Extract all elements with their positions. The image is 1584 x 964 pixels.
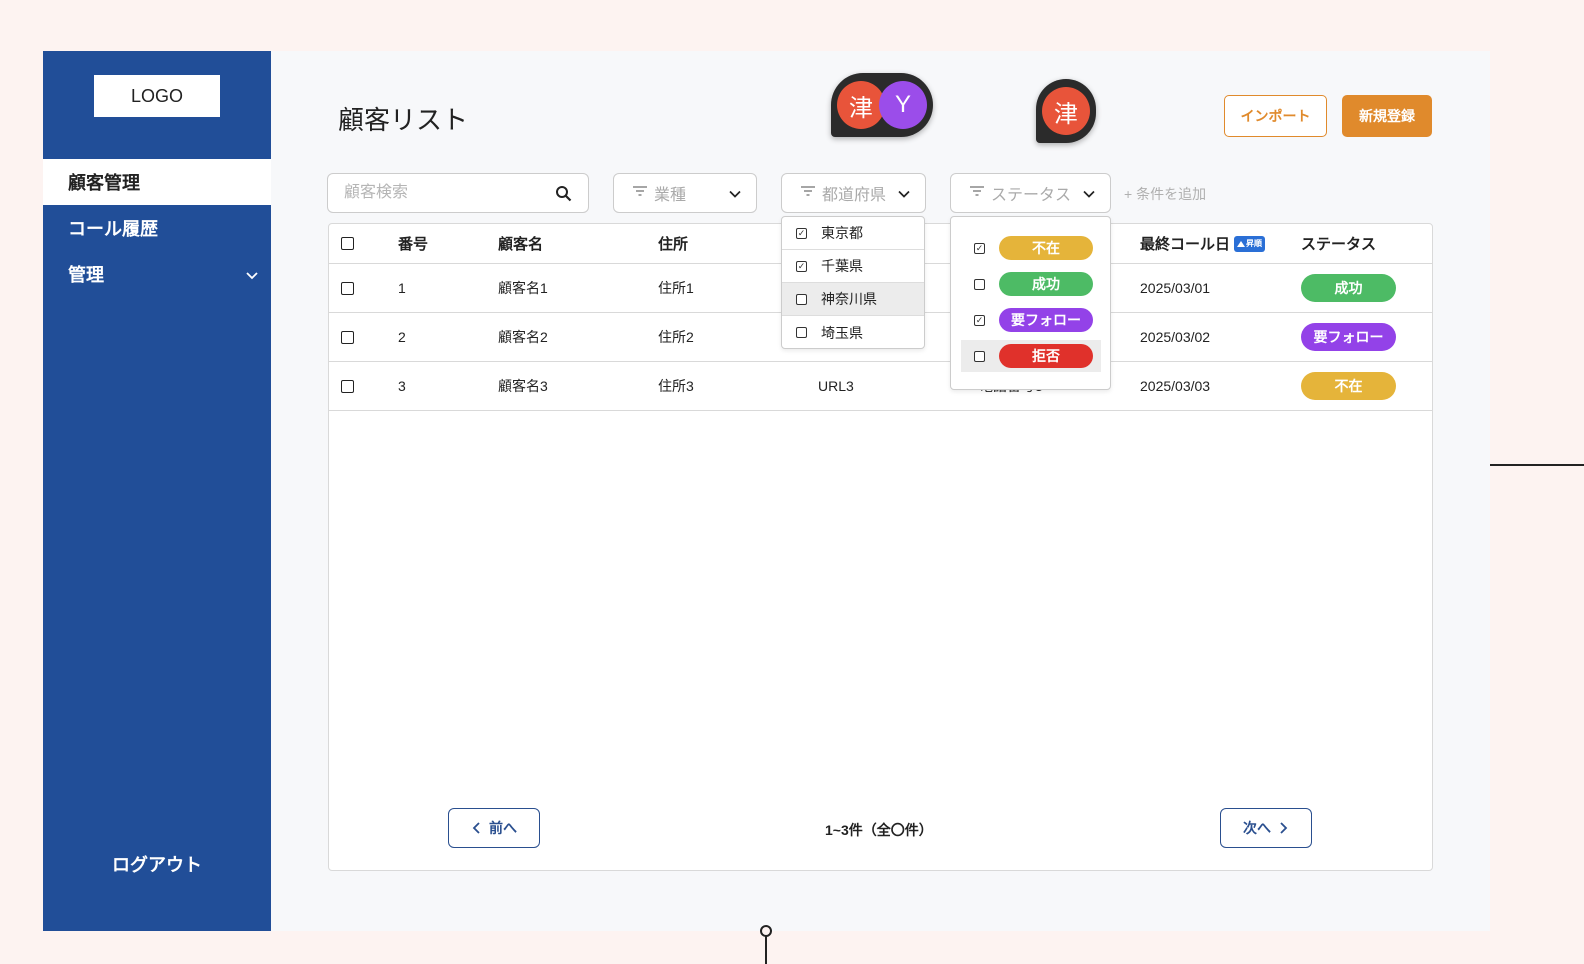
option-label: 神奈川県 (821, 291, 877, 307)
import-button[interactable]: インポート (1224, 95, 1327, 137)
prefecture-option-chiba[interactable]: ✓ 千葉県 (782, 250, 924, 283)
status-badge: 成功 (999, 272, 1093, 296)
status-badge: 要フォロー (1301, 313, 1396, 361)
filter-label: 業種 (654, 187, 687, 204)
status-badge: 要フォロー (999, 308, 1093, 332)
sidebar: LOGO 顧客管理 コール履歴 管理 ログアウト (43, 51, 271, 931)
column-header-name[interactable]: 顧客名 (498, 224, 543, 263)
chevron-down-icon (1082, 187, 1096, 206)
avatar: 津 (1042, 87, 1090, 135)
status-option-absent[interactable]: ✓ 不在 (951, 232, 1110, 264)
cell-name: 顧客名3 (498, 378, 548, 394)
previous-page-button[interactable]: 前へ (448, 808, 540, 848)
avatar: 津 (837, 81, 885, 129)
prefecture-dropdown: ✓ 東京都 ✓ 千葉県 神奈川県 埼玉県 (781, 216, 925, 349)
row-checkbox[interactable] (341, 264, 354, 312)
cell-last-call-date: 2025/03/02 (1140, 329, 1211, 345)
column-header-number[interactable]: 番号 (398, 224, 428, 263)
column-header-last-call-date[interactable]: 最終コール日 昇順 (1140, 224, 1266, 263)
checkbox-checked[interactable]: ✓ (974, 242, 985, 254)
filter-icon (800, 184, 816, 202)
sidebar-item-label: 管理 (68, 265, 104, 285)
select-all-checkbox[interactable] (341, 224, 354, 263)
status-filter[interactable]: ステータス (950, 173, 1111, 213)
industry-filter[interactable]: 業種 (613, 173, 757, 213)
option-label: 埼玉県 (821, 324, 863, 341)
search-icon[interactable] (555, 185, 572, 207)
row-checkbox[interactable] (341, 313, 354, 361)
status-option-follow-up[interactable]: ✓ 要フォロー (951, 304, 1110, 336)
status-badge: 不在 (1301, 362, 1396, 410)
checkbox-unchecked[interactable] (974, 278, 985, 290)
checkbox-checked[interactable]: ✓ (974, 314, 985, 326)
next-page-label: 次へ (1243, 820, 1271, 836)
column-header-status[interactable]: ステータス (1301, 224, 1376, 263)
page-title: 顧客リスト (338, 105, 469, 135)
cell-number: 1 (398, 280, 406, 296)
cell-number: 2 (398, 329, 406, 345)
connector-line (1490, 464, 1584, 466)
table-row[interactable]: 3 顧客名3 住所3 URL3 電話番号3 2025/03/03 不在 (329, 362, 1432, 411)
next-page-button[interactable]: 次へ (1220, 808, 1312, 848)
cell-address: 住所2 (658, 329, 694, 345)
checkbox-unchecked[interactable] (796, 327, 807, 338)
sidebar-item-label: 顧客管理 (68, 173, 140, 193)
logo: LOGO (94, 75, 220, 117)
chevron-down-icon (245, 266, 259, 287)
chevron-down-icon (897, 187, 911, 206)
search-box (327, 173, 589, 213)
cell-last-call-date: 2025/03/01 (1140, 280, 1211, 296)
row-checkbox[interactable] (341, 362, 354, 410)
add-condition-button[interactable]: + 条件を追加 (1124, 184, 1206, 204)
prefecture-option-saitama[interactable]: 埼玉県 (782, 316, 924, 349)
filter-label: 都道府県 (822, 187, 887, 204)
cell-number: 3 (398, 378, 406, 394)
option-label: 千葉県 (821, 258, 863, 274)
prefecture-option-kanagawa[interactable]: 神奈川県 (782, 283, 924, 316)
cell-address: 住所1 (658, 280, 694, 296)
column-header-address[interactable]: 住所 (658, 224, 688, 263)
option-label: 東京都 (821, 225, 863, 241)
status-dropdown: ✓ 不在 成功 ✓ 要フォロー 拒否 (950, 216, 1111, 390)
sidebar-item-call-history[interactable]: コール履歴 (43, 205, 271, 251)
cell-name: 顧客名1 (498, 280, 548, 296)
status-option-success[interactable]: 成功 (951, 268, 1110, 300)
filter-icon (969, 184, 985, 202)
prefecture-option-tokyo[interactable]: ✓ 東京都 (782, 217, 924, 250)
collaborator-avatars[interactable]: 津 Y (831, 73, 933, 137)
sidebar-item-label: コール履歴 (68, 219, 158, 239)
logout-button[interactable]: ログアウト (43, 851, 271, 877)
checkbox-unchecked[interactable] (974, 350, 985, 362)
status-badge: 成功 (1301, 264, 1396, 312)
checkbox-unchecked[interactable] (796, 293, 807, 305)
search-input[interactable] (344, 174, 544, 212)
chevron-left-icon (472, 822, 480, 834)
cell-url: URL3 (818, 378, 854, 394)
prefecture-filter[interactable]: 都道府県 (781, 173, 926, 213)
filter-icon (632, 184, 648, 202)
checkbox-checked[interactable]: ✓ (796, 260, 807, 272)
sort-ascending-badge[interactable]: 昇順 (1234, 235, 1266, 252)
previous-page-label: 前へ (489, 820, 517, 836)
status-option-rejected[interactable]: 拒否 (961, 340, 1101, 372)
avatar: Y (879, 81, 927, 129)
sidebar-item-management[interactable]: 管理 (43, 251, 271, 297)
chevron-right-icon (1280, 822, 1288, 834)
cell-address: 住所3 (658, 378, 694, 394)
sidebar-item-customer-management[interactable]: 顧客管理 (43, 159, 271, 205)
cell-name: 顧客名2 (498, 329, 548, 345)
connector-handle[interactable] (760, 925, 772, 937)
collaborator-avatars[interactable]: 津 (1036, 79, 1096, 143)
column-header-label: 最終コール日 (1140, 236, 1231, 253)
pagination-info: 1~3件（全〇件） (825, 822, 933, 838)
filter-label: ステータス (991, 187, 1072, 204)
status-badge: 不在 (999, 236, 1093, 260)
checkbox-checked[interactable]: ✓ (796, 227, 807, 239)
new-registration-button[interactable]: 新規登録 (1342, 95, 1432, 137)
status-badge: 拒否 (999, 344, 1093, 368)
chevron-down-icon (728, 187, 742, 206)
sort-badge-label: 昇順 (1246, 239, 1263, 248)
cell-last-call-date: 2025/03/03 (1140, 378, 1211, 394)
